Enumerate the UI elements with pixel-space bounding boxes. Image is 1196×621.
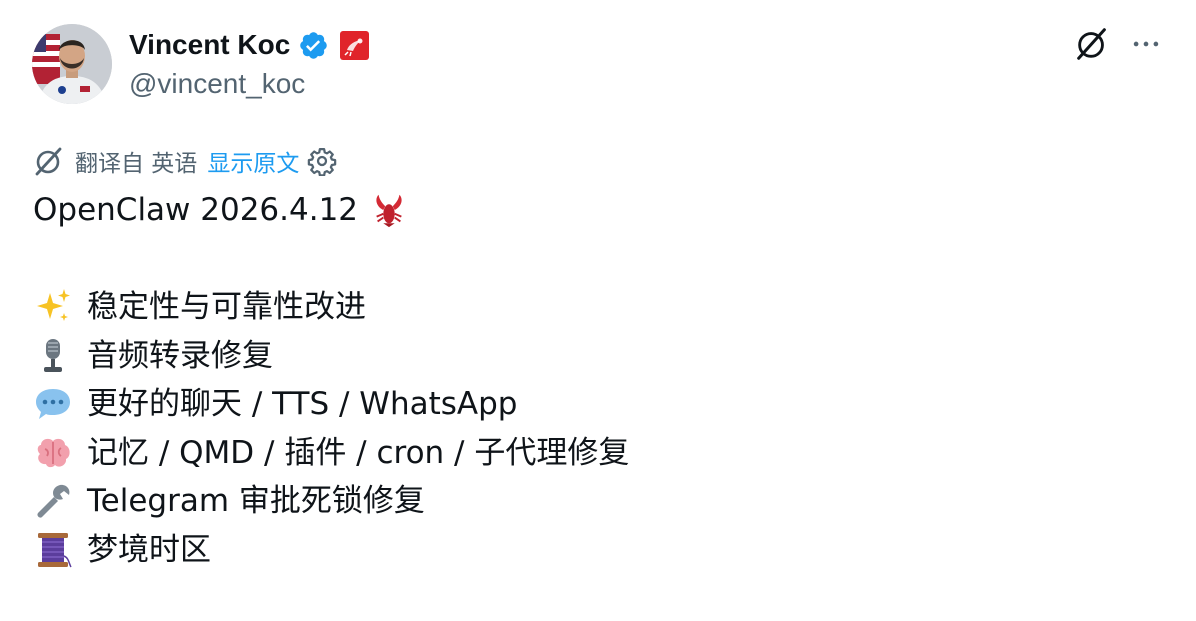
list-item-text: 梦境时区 (87, 531, 211, 568)
brain-icon (33, 433, 73, 473)
tweet-title: OpenClaw 2026.4.12 (33, 192, 359, 228)
translated-from-label: 翻译自 英语 (75, 151, 198, 177)
display-name[interactable]: Vincent Koc (129, 29, 290, 61)
speech-balloon-icon (33, 384, 73, 424)
verified-badge-icon[interactable] (298, 30, 329, 61)
thread-spool-icon (33, 530, 73, 570)
list-item: 更好的聊天 / TTS / WhatsApp (33, 380, 1153, 429)
avatar[interactable] (32, 24, 112, 104)
tweet-header: Vincent Koc @vincent_koc (32, 22, 1172, 106)
wrench-icon (33, 481, 73, 521)
list-item-text: 更好的聊天 / TTS / WhatsApp (87, 386, 518, 422)
author-name-row[interactable]: Vincent Koc (129, 26, 370, 64)
show-original-link[interactable]: 显示原文 (207, 144, 299, 178)
list-item: 稳定性与可靠性改进 (33, 283, 1153, 332)
list-item-text: 稳定性与可靠性改进 (87, 289, 366, 325)
author-info: Vincent Koc @vincent_koc (129, 26, 370, 100)
list-item-text: 记忆 / QMD / 插件 / cron / 子代理修复 (87, 434, 630, 471)
translation-notice: 翻译自 英语 显示原文 (33, 143, 337, 179)
gear-icon[interactable] (307, 146, 337, 177)
tweet-text: OpenClaw 2026.4.12 稳定性与可靠性改进 音频转录修复 更好的聊… (33, 186, 1153, 574)
more-dots-icon[interactable] (1126, 24, 1166, 64)
grok-translate-icon (33, 145, 65, 177)
author-handle[interactable]: @vincent_koc (129, 68, 370, 100)
list-item-text: Telegram 审批死锁修复 (87, 483, 425, 519)
grok-icon[interactable] (1072, 24, 1112, 64)
sparkles-icon (33, 287, 73, 327)
list-item-text: 音频转录修复 (87, 337, 273, 374)
lobster-icon (370, 191, 408, 229)
list-item: 梦境时区 (33, 526, 1153, 575)
list-item: 记忆 / QMD / 插件 / cron / 子代理修复 (33, 429, 1153, 478)
lobster-flag-icon[interactable] (339, 30, 370, 61)
list-item: 音频转录修复 (33, 332, 1153, 381)
tweet-title-line: OpenClaw 2026.4.12 (33, 186, 1153, 235)
list-item: Telegram 审批死锁修复 (33, 477, 1153, 526)
microphone-icon (33, 336, 73, 376)
